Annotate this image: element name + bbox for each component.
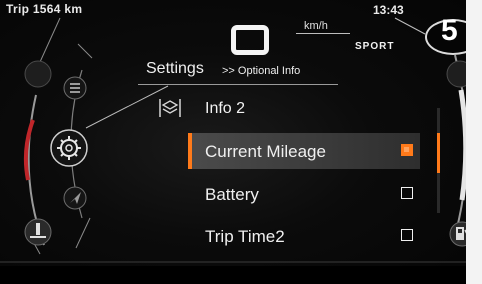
screen-bezel-bottom	[0, 266, 466, 284]
right-knob	[446, 60, 466, 88]
left-knob	[24, 60, 52, 88]
settings-breadcrumb: >> Optional Info	[222, 65, 301, 77]
scrollbar-thumb[interactable]	[437, 133, 440, 173]
navigation-arrow-icon	[63, 186, 87, 210]
connector-line	[85, 85, 169, 129]
menu-list-icon	[63, 76, 87, 100]
instrument-cluster-screen: Trip 1564 km 13:43 0 km/h SPORT 5 Settin…	[0, 0, 466, 266]
list-item-battery[interactable]: Battery	[188, 176, 420, 212]
speed-readout: 0	[227, 23, 269, 55]
coolant-temperature-icon	[24, 218, 52, 246]
trip-distance: Trip 1564 km	[6, 2, 83, 16]
checkbox-current-mileage[interactable]	[401, 144, 413, 156]
list-item-label: Current Mileage	[205, 142, 326, 161]
checkbox-trip-time2[interactable]	[401, 229, 413, 241]
drive-mode: SPORT	[355, 41, 395, 52]
title-divider	[138, 84, 338, 85]
gear-number: 5	[441, 14, 458, 47]
fuel-pump-icon	[449, 221, 466, 247]
settings-title: Settings	[146, 60, 204, 77]
layers-icon	[159, 99, 181, 117]
list-item-current-mileage[interactable]: Current Mileage	[188, 133, 420, 169]
section-label: Info 2	[205, 100, 246, 117]
clock-time: 13:43	[373, 3, 404, 17]
unit-underline	[296, 33, 350, 34]
speed-unit: km/h	[304, 20, 328, 32]
speed-digit-zero	[231, 25, 269, 55]
list-item-label: Battery	[205, 185, 259, 204]
list-item-trip-time2[interactable]: Trip Time2	[188, 218, 420, 254]
settings-gear-icon[interactable]	[50, 129, 88, 167]
list-item-label: Trip Time2	[205, 227, 285, 246]
selection-accent	[188, 133, 192, 169]
screen-bezel-right	[466, 0, 482, 284]
checkbox-battery[interactable]	[401, 187, 413, 199]
